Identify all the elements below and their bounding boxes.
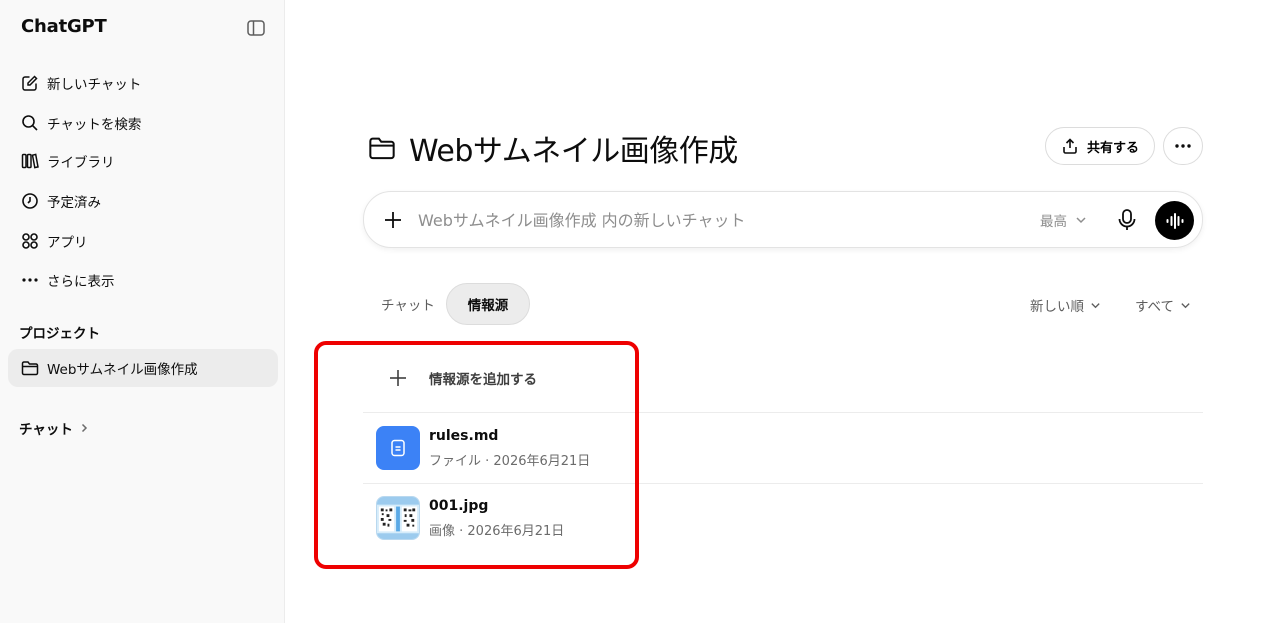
chats-section-toggle[interactable]: チャット — [19, 418, 89, 438]
page-title: Webサムネイル画像作成 — [409, 134, 738, 169]
model-selector-label: 最高 — [1040, 214, 1067, 230]
share-upload-icon — [1061, 137, 1079, 155]
chevron-right-icon — [79, 423, 89, 433]
sidebar-project-label: Webサムネイル画像作成 — [47, 362, 198, 378]
file-name: 001.jpg — [429, 497, 489, 514]
search-icon — [20, 113, 40, 133]
add-source-label: 情報源を追加する — [429, 372, 537, 388]
document-icon — [376, 426, 420, 470]
tab-sources[interactable]: 情報源 — [446, 283, 530, 325]
sidebar-item-label: さらに表示 — [47, 274, 115, 290]
new-chat-input[interactable] — [418, 206, 1018, 234]
chevron-down-icon — [1180, 300, 1191, 311]
list-divider — [363, 483, 1203, 484]
tab-chats[interactable]: チャット — [381, 283, 435, 325]
voice-waveform-icon — [1166, 212, 1183, 229]
source-file-row[interactable]: rules.md ファイル · 2026年6月21日 — [376, 426, 590, 470]
sidebar-item-label: チャットを検索 — [47, 117, 142, 133]
file-meta: ファイル · 2026年6月21日 — [429, 453, 591, 469]
folder-icon — [368, 133, 398, 163]
apps-icon — [20, 231, 40, 251]
brand-title: ChatGPT — [21, 16, 107, 37]
share-button[interactable]: 共有する — [1045, 127, 1155, 165]
microphone-icon[interactable] — [1116, 208, 1138, 232]
folder-icon — [20, 358, 40, 378]
share-button-label: 共有する — [1086, 139, 1139, 155]
sidebar-item-apps[interactable]: アプリ — [8, 223, 278, 259]
more-dots-icon — [1175, 144, 1191, 148]
chats-heading: チャット — [19, 422, 73, 438]
more-dots-icon — [20, 270, 40, 290]
new-chat-icon — [20, 73, 40, 93]
sidebar-toggle-icon[interactable] — [246, 18, 266, 38]
filter-label: すべて — [1135, 299, 1175, 315]
clock-icon — [20, 191, 40, 211]
chevron-down-icon — [1075, 214, 1087, 226]
sidebar-item-label: ライブラリ — [47, 155, 115, 171]
sidebar: ChatGPT 新しいチャット チャットを検索 ライブラリ 予定済み アプリ さ… — [0, 0, 285, 623]
chat-composer: 最高 — [363, 191, 1203, 248]
plus-icon[interactable] — [382, 209, 404, 231]
sidebar-project-item[interactable]: Webサムネイル画像作成 — [8, 349, 278, 387]
model-selector[interactable]: 最高 — [1040, 210, 1087, 230]
plus-icon — [384, 366, 412, 390]
sort-label: 新しい順 — [1030, 299, 1084, 315]
filter-dropdown[interactable]: すべて — [1135, 295, 1191, 315]
file-name: rules.md — [429, 427, 499, 444]
sidebar-item-label: アプリ — [47, 235, 88, 251]
list-divider — [363, 412, 1203, 413]
sort-dropdown[interactable]: 新しい順 — [1030, 295, 1101, 315]
library-icon — [20, 151, 40, 171]
file-meta: 画像 · 2026年6月21日 — [429, 523, 565, 539]
image-thumbnail — [376, 496, 420, 540]
projects-heading: プロジェクト — [19, 326, 100, 342]
source-file-row[interactable]: 001.jpg 画像 · 2026年6月21日 — [376, 496, 564, 540]
chevron-down-icon — [1090, 300, 1101, 311]
sidebar-item-label: 新しいチャット — [47, 77, 142, 93]
more-options-button[interactable] — [1163, 127, 1203, 165]
sidebar-item-scheduled[interactable]: 予定済み — [8, 183, 278, 219]
project-header: Webサムネイル画像作成 — [368, 126, 738, 170]
add-source-button[interactable]: 情報源を追加する — [384, 366, 537, 390]
sidebar-item-label: 予定済み — [47, 195, 101, 211]
sidebar-item-new-chat[interactable]: 新しいチャット — [8, 65, 278, 101]
voice-mode-button[interactable] — [1155, 201, 1194, 240]
sidebar-item-library[interactable]: ライブラリ — [8, 143, 278, 179]
sidebar-item-more[interactable]: さらに表示 — [8, 262, 278, 298]
sidebar-item-search[interactable]: チャットを検索 — [8, 105, 278, 141]
